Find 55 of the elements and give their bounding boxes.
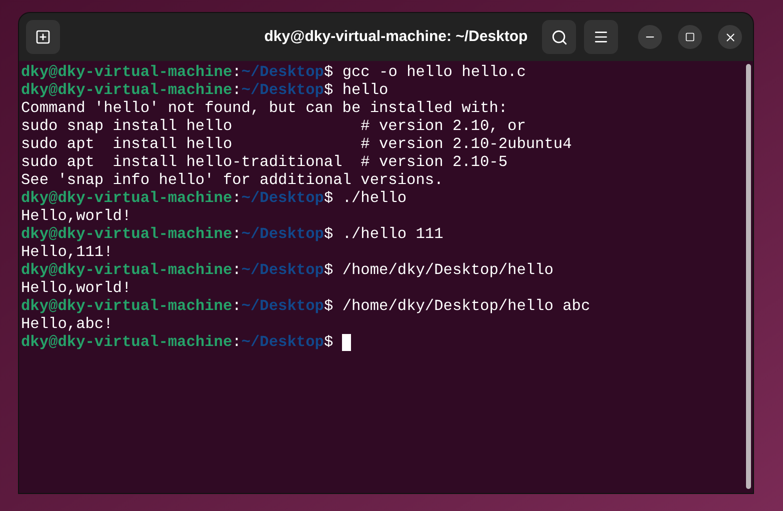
command-text: /home/dky/Desktop/hello [341, 261, 554, 279]
prompt-symbol: $ [324, 189, 334, 207]
output-text: Hello,abc! [21, 315, 113, 333]
command-text: gcc -o hello hello.c [341, 63, 526, 81]
output-text: Hello,111! [21, 243, 113, 261]
output-text: sudo apt install hello-traditional # version 2.10-5 [21, 153, 508, 171]
menu-button[interactable] [584, 20, 618, 54]
command-text: ./hello 111 [341, 225, 444, 243]
maximize-icon [685, 32, 695, 42]
prompt-path: ~/Desktop [241, 63, 324, 81]
command-text: /home/dky/Desktop/hello abc [341, 297, 590, 315]
prompt-path: ~/Desktop [241, 189, 324, 207]
prompt-separator: : [232, 81, 242, 99]
prompt-symbol: $ [324, 333, 334, 351]
prompt-separator: : [232, 189, 242, 207]
search-button[interactable] [542, 20, 576, 54]
prompt-separator: : [232, 297, 242, 315]
prompt-separator: : [232, 225, 242, 243]
new-tab-icon [35, 29, 51, 45]
prompt-separator: : [232, 333, 242, 351]
close-icon [724, 30, 736, 44]
prompt-host: dky@dky-virtual-machine [21, 333, 232, 351]
window-title: dky@dky-virtual-machine: ~/Desktop [263, 26, 529, 47]
new-tab-button[interactable] [26, 20, 60, 54]
output-text: Hello,world! [21, 207, 132, 225]
prompt-symbol: $ [324, 225, 334, 243]
output-text: sudo snap install hello # version 2.10, or [21, 117, 526, 135]
prompt-path: ~/Desktop [241, 261, 324, 279]
prompt-path: ~/Desktop [241, 333, 324, 351]
prompt-host: dky@dky-virtual-machine [21, 297, 232, 315]
prompt-symbol: $ [324, 81, 334, 99]
prompt-symbol: $ [324, 297, 334, 315]
command-text: hello [341, 81, 388, 99]
prompt-host: dky@dky-virtual-machine [21, 81, 232, 99]
prompt-host: dky@dky-virtual-machine [21, 261, 232, 279]
prompt-symbol: $ [324, 63, 334, 81]
prompt-host: dky@dky-virtual-machine [21, 63, 232, 81]
output-text: Hello,world! [21, 279, 132, 297]
prompt-separator: : [232, 261, 242, 279]
scrollbar-thumb[interactable] [746, 64, 750, 489]
search-icon [550, 28, 568, 46]
output-text: sudo apt install hello # version 2.10-2ubuntu4 [21, 135, 572, 153]
command-text: ./hello [341, 189, 407, 207]
prompt-path: ~/Desktop [241, 297, 324, 315]
maximize-button[interactable] [678, 25, 702, 49]
close-button[interactable] [718, 25, 742, 49]
prompt-separator: : [232, 63, 242, 81]
output-text: See 'snap info hello' for additional versions. [21, 171, 444, 189]
prompt-host: dky@dky-virtual-machine [21, 225, 232, 243]
prompt-symbol: $ [324, 261, 334, 279]
output-text: Command 'hello' not found, but can be installed with: [21, 99, 508, 117]
prompt-path: ~/Desktop [241, 225, 324, 243]
prompt-path: ~/Desktop [241, 81, 324, 99]
prompt-host: dky@dky-virtual-machine [21, 189, 232, 207]
menu-icon [593, 29, 609, 45]
